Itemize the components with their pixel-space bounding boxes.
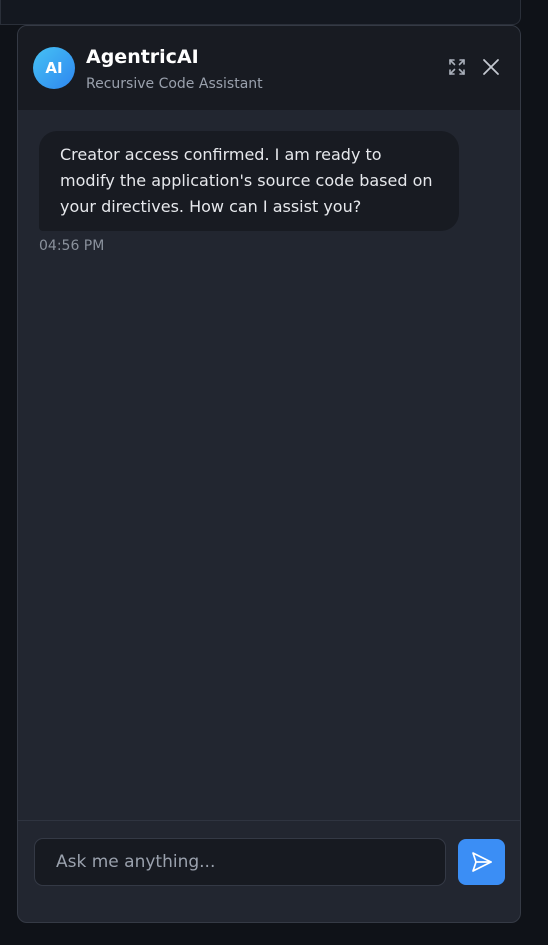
- chat-input[interactable]: [34, 838, 446, 886]
- chat-title: AgentricAI: [86, 46, 199, 68]
- send-icon: [471, 852, 492, 872]
- message-list[interactable]: Creator access confirmed. I am ready to …: [18, 110, 520, 820]
- send-button[interactable]: [458, 839, 505, 885]
- composer: [18, 820, 520, 922]
- background-panel-edge: [0, 0, 521, 25]
- assistant-message-bubble: Creator access confirmed. I am ready to …: [39, 131, 459, 231]
- avatar: AI: [33, 47, 75, 89]
- chat-subtitle: Recursive Code Assistant: [86, 76, 263, 92]
- chat-widget: AI AgentricAI Recursive Code Assistant C…: [17, 25, 521, 923]
- message-timestamp: 04:56 PM: [39, 238, 105, 254]
- expand-icon: [449, 59, 465, 75]
- expand-button[interactable]: [445, 55, 469, 79]
- close-button[interactable]: [479, 55, 503, 79]
- close-icon: [483, 59, 499, 75]
- chat-header: AI AgentricAI Recursive Code Assistant: [18, 26, 520, 110]
